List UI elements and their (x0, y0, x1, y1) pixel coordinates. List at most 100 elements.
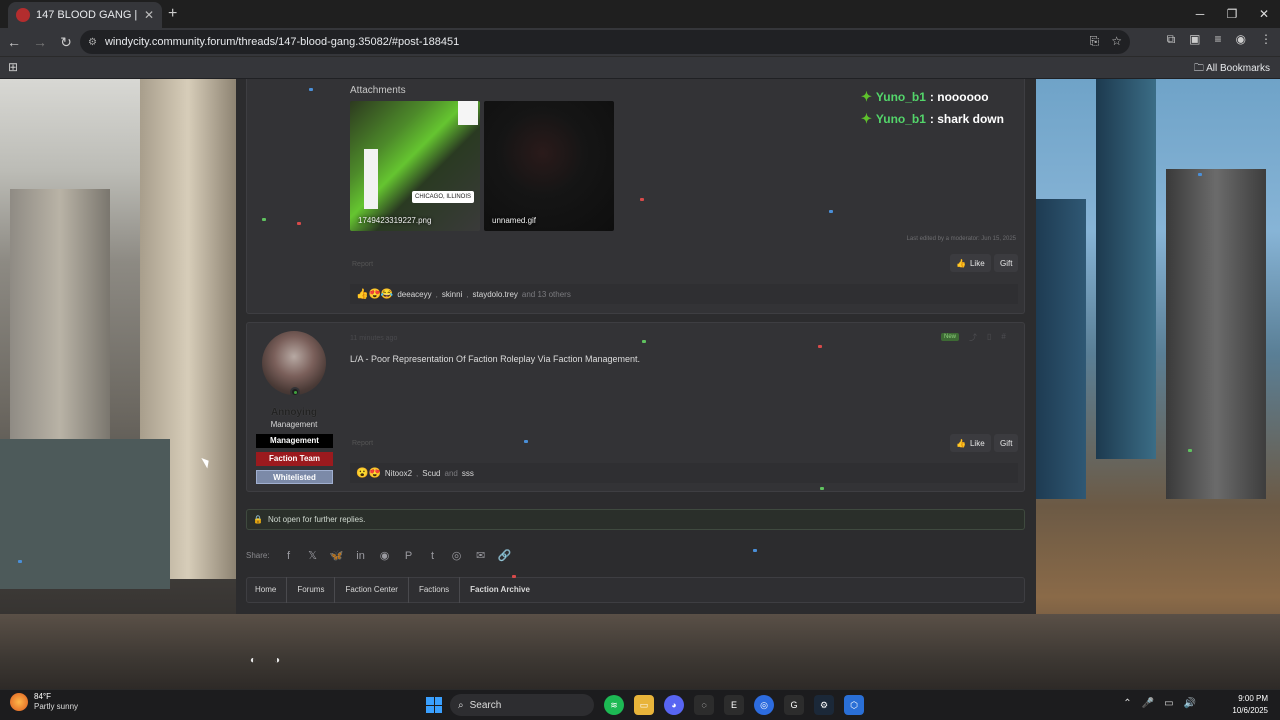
bookmarks-bar: ⊞ 🗀 All Bookmarks (0, 56, 1280, 78)
close-window-icon[interactable]: ✕ (1248, 0, 1280, 28)
app-icon[interactable]: ◌ (694, 695, 714, 715)
menu-icon[interactable]: ⋮ (1260, 32, 1272, 47)
breadcrumb-faction-center[interactable]: Faction Center (345, 577, 409, 603)
bookmark-star-icon[interactable]: ☆ (1111, 34, 1122, 49)
network-icon[interactable]: ▭ (1164, 698, 1173, 709)
attachments-title: Attachments (350, 85, 406, 96)
reactions-bar[interactable]: 👍😍😂 deeaceyy, skinni, staydolo.trey and … (350, 284, 1018, 304)
weather-widget[interactable]: 84°F Partly sunny (10, 692, 78, 712)
report-link[interactable]: Report (352, 440, 373, 447)
weather-condition: Partly sunny (34, 702, 79, 711)
reaction-emojis-icon: 😮😍 (356, 467, 381, 479)
windows-start-icon[interactable] (426, 697, 442, 713)
thread-closed-notice: 🔒 Not open for further replies. (246, 509, 1025, 530)
like-label: Like (969, 258, 985, 268)
share-icon[interactable]: ⤴ (969, 332, 977, 343)
profile-icon[interactable]: ◉ (1236, 32, 1246, 47)
reactions-more[interactable]: and 13 others (522, 290, 571, 299)
attachment-thumbnail[interactable]: CHICAGO, ILLINOIS 1749423319227.png (350, 101, 480, 231)
gift-button[interactable]: Gift (994, 254, 1019, 272)
attachment-thumbnail[interactable]: unnamed.gif (484, 101, 614, 231)
reddit-icon[interactable]: ◉ (378, 549, 392, 562)
style-toggle-icon[interactable]: ◑ (274, 655, 280, 666)
breadcrumb-home[interactable]: Home (255, 577, 288, 603)
post-time[interactable]: 11 minutes ago (350, 335, 397, 342)
bluesky-icon[interactable]: 🦋 (330, 549, 344, 562)
new-tab-icon[interactable]: + (168, 5, 177, 23)
reactor-name[interactable]: staydolo.trey (473, 290, 518, 299)
volume-icon[interactable]: 🔊 (1184, 698, 1196, 709)
username[interactable]: Annoying (247, 407, 341, 418)
address-bar[interactable]: ⚙ windycity.community.forum/threads/147-… (80, 30, 1130, 54)
sparkle-icon: ✦ (861, 111, 872, 126)
minimize-icon[interactable]: ─ (1184, 0, 1216, 28)
gift-label: Gift (1000, 258, 1013, 268)
share-label: Share: (246, 551, 270, 560)
search-icon: ⌕ (458, 699, 464, 711)
email-icon[interactable]: ✉ (474, 549, 488, 562)
theme-toggle-icon[interactable]: ◐ (250, 655, 256, 666)
forum-content: Attachments CHICAGO, ILLINOIS 1749423319… (236, 79, 1036, 614)
chrome-icon[interactable]: ◎ (754, 695, 774, 715)
x-icon[interactable]: 𝕏 (306, 549, 320, 562)
reactor-name[interactable]: deeaceyy (397, 290, 431, 299)
breadcrumb-factions[interactable]: Factions (419, 577, 461, 603)
avatar[interactable] (262, 331, 326, 395)
chevron-up-icon[interactable]: ⌃ (1123, 698, 1131, 709)
breadcrumb-faction-archive[interactable]: Faction Archive (470, 577, 540, 603)
reactor-name[interactable]: Nitoox2 (385, 469, 412, 478)
steam-icon[interactable]: ⚙ (814, 695, 834, 715)
close-tab-icon[interactable]: ✕ (144, 8, 154, 22)
facebook-icon[interactable]: f (282, 550, 296, 562)
all-bookmarks-label: All Bookmarks (1206, 63, 1270, 74)
like-label: Like (969, 438, 985, 448)
extensions-icon[interactable]: ⧉ (1167, 32, 1176, 47)
forward-icon[interactable]: → (28, 30, 52, 54)
discord-icon[interactable]: ◕ (664, 695, 684, 715)
reactions-bar[interactable]: 😮😍 Nitoox2, Scud and sss (350, 463, 1018, 483)
site-favicon-icon (16, 8, 30, 22)
reload-icon[interactable]: ↻ (54, 30, 78, 54)
pinterest-icon[interactable]: P (402, 550, 416, 562)
chat-text: : shark down (929, 112, 1004, 126)
spotify-icon[interactable]: ≋ (604, 695, 624, 715)
whatsapp-icon[interactable]: ◎ (450, 549, 464, 562)
online-status-icon (290, 387, 300, 397)
reactor-name[interactable]: skinni (442, 290, 462, 299)
back-icon[interactable]: ← (2, 30, 26, 54)
app-icon[interactable]: G (784, 695, 804, 715)
gift-button[interactable]: Gift (994, 434, 1019, 452)
split-view-icon[interactable]: ▣ (1189, 32, 1200, 47)
site-info-icon[interactable]: ⚙ (88, 37, 97, 48)
apps-grid-icon[interactable]: ⊞ (8, 60, 18, 74)
post-body: L/A - Poor Representation Of Faction Rol… (350, 354, 640, 364)
user-banner-management: Management (256, 434, 333, 448)
bookmark-icon[interactable]: ▯ (987, 332, 991, 343)
epic-games-icon[interactable]: E (724, 695, 744, 715)
taskbar-search[interactable]: ⌕ Search (450, 694, 594, 716)
tumblr-icon[interactable]: t (426, 550, 440, 562)
maximize-icon[interactable]: ❐ (1216, 0, 1248, 28)
attachment-name: 1749423319227.png (358, 216, 432, 225)
report-link[interactable]: Report (352, 261, 373, 268)
all-bookmarks-button[interactable]: 🗀 All Bookmarks (1194, 61, 1270, 78)
window-controls: ─ ❐ ✕ (1184, 0, 1280, 28)
page-viewport: Attachments CHICAGO, ILLINOIS 1749423319… (0, 79, 1280, 689)
microphone-icon[interactable]: 🎤 (1142, 698, 1154, 709)
install-icon[interactable]: ⎘ (1090, 34, 1100, 49)
app-icon[interactable]: ⬡ (844, 695, 864, 715)
linkedin-icon[interactable]: in (354, 550, 368, 562)
reactor-name[interactable]: sss (462, 469, 474, 478)
browser-toolbar: ← → ↻ ⚙ windycity.community.forum/thread… (0, 28, 1280, 56)
like-button[interactable]: 👍 Like (950, 254, 991, 272)
link-icon[interactable]: 🔗 (498, 549, 512, 562)
breadcrumb-forums[interactable]: Forums (297, 577, 336, 603)
file-explorer-icon[interactable]: ▭ (634, 695, 654, 715)
gift-label: Gift (1000, 438, 1013, 448)
clock[interactable]: 9:00 PM 10/6/2025 (1232, 693, 1268, 717)
permalink-icon[interactable]: # (1001, 332, 1005, 343)
media-icon[interactable]: ≡ (1215, 32, 1222, 47)
browser-tab[interactable]: 147 BLOOD GANG | Windy City ✕ (8, 2, 162, 28)
reactor-name[interactable]: Scud (422, 469, 440, 478)
like-button[interactable]: 👍 Like (950, 434, 991, 452)
